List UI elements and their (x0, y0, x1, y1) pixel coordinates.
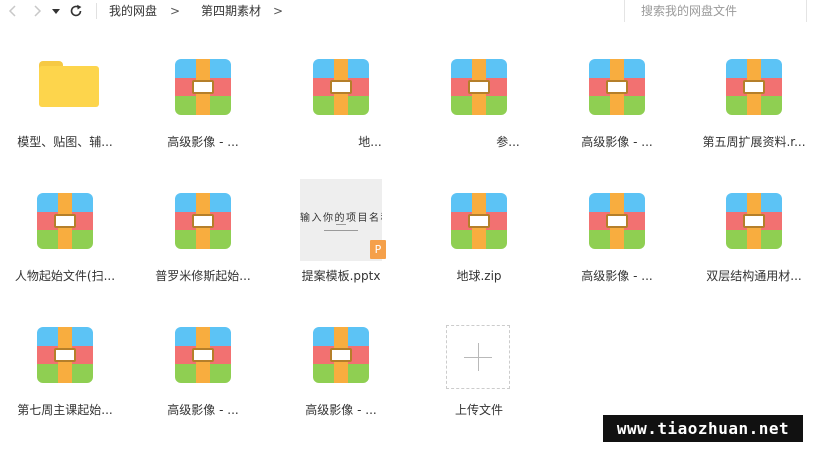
zip-archive-icon (724, 57, 784, 117)
zip-archive-icon (35, 325, 95, 385)
file-name: 第七周主课起始... (17, 403, 113, 417)
file-item[interactable]: 人物起始文件(扫... (5, 179, 125, 299)
file-name: 提案模板.pptx (301, 269, 381, 283)
file-name: 第五周扩展资料.r... (702, 135, 806, 149)
zip-archive-icon (449, 57, 509, 117)
back-button[interactable] (4, 0, 22, 22)
chevron-right-icon (34, 5, 42, 17)
zip-archive-icon (311, 325, 371, 385)
search-input[interactable] (641, 2, 791, 20)
search-button[interactable] (806, 0, 815, 22)
refresh-icon (70, 4, 82, 17)
zip-archive-icon (173, 57, 233, 117)
breadcrumb-separator: > (273, 4, 284, 18)
file-name: 高级影像 - ... (167, 403, 239, 417)
file-name: 地... (358, 135, 382, 149)
zip-archive-icon (311, 57, 371, 117)
file-name: 参... (496, 135, 520, 149)
zip-archive-icon (35, 191, 95, 251)
caret-down-icon (52, 9, 60, 14)
breadcrumb-item-current[interactable]: 第四期素材 (201, 3, 261, 19)
file-name: 双层结构通用材... (706, 269, 802, 283)
toolbar-divider (96, 3, 97, 19)
upload-file-button[interactable]: 上传文件 (419, 313, 539, 433)
zip-archive-icon (587, 191, 647, 251)
file-item[interactable]: 参... (419, 45, 539, 165)
netdisk-window: 我的网盘 > 第四期素材 > 模型、贴图、辅... 高级影像 - ... (0, 0, 815, 450)
upload-label: 上传文件 (454, 403, 503, 417)
file-item[interactable]: 高级影像 - ... (143, 45, 263, 165)
history-dropdown-button[interactable] (50, 0, 62, 22)
breadcrumb-separator: > (170, 4, 181, 18)
file-name: 人物起始文件(扫... (14, 269, 116, 283)
zip-archive-icon (173, 325, 233, 385)
zip-archive-icon (587, 57, 647, 117)
file-item[interactable]: 输入你的项目名称 P 提案模板.pptx (281, 179, 401, 299)
file-item[interactable]: 高级影像 - ... (557, 45, 677, 165)
file-item[interactable]: 地... (281, 45, 401, 165)
powerpoint-icon: P (370, 240, 386, 259)
zip-archive-icon (724, 191, 784, 251)
file-item[interactable]: 高级影像 - ... (281, 313, 401, 433)
file-name: 高级影像 - ... (305, 403, 377, 417)
file-item[interactable]: 普罗米修斯起始... (143, 179, 263, 299)
file-name: 模型、贴图、辅... (17, 135, 113, 149)
file-item[interactable]: 高级影像 - ... (557, 179, 677, 299)
watermark: www.tiaozhuan.net (603, 415, 803, 442)
upload-tile (446, 325, 510, 389)
zip-archive-icon (449, 191, 509, 251)
file-name: 高级影像 - ... (167, 135, 239, 149)
file-name: 高级影像 - ... (581, 135, 653, 149)
file-name: 地球.zip (456, 269, 502, 283)
forward-button[interactable] (28, 0, 46, 22)
chevron-left-icon (8, 5, 16, 17)
breadcrumb-item-root[interactable]: 我的网盘 (109, 3, 157, 19)
refresh-button[interactable] (66, 0, 86, 22)
file-name: 高级影像 - ... (581, 269, 653, 283)
folder-icon (35, 57, 99, 117)
slide-title-text: 输入你的项目名称 (300, 213, 382, 224)
file-item[interactable]: 双层结构通用材... (694, 179, 814, 299)
file-name: 普罗米修斯起始... (155, 269, 251, 283)
file-item[interactable]: 高级影像 - ... (143, 313, 263, 433)
zip-archive-icon (173, 191, 233, 251)
search-box (624, 0, 800, 22)
toolbar: 我的网盘 > 第四期素材 > (0, 0, 815, 22)
file-item[interactable]: 地球.zip (419, 179, 539, 299)
pptx-thumbnail: 输入你的项目名称 P (300, 179, 386, 261)
file-item[interactable]: 模型、贴图、辅... (5, 45, 125, 165)
file-item[interactable]: 第五周扩展资料.r... (694, 45, 814, 165)
file-item[interactable]: 第七周主课起始... (5, 313, 125, 433)
